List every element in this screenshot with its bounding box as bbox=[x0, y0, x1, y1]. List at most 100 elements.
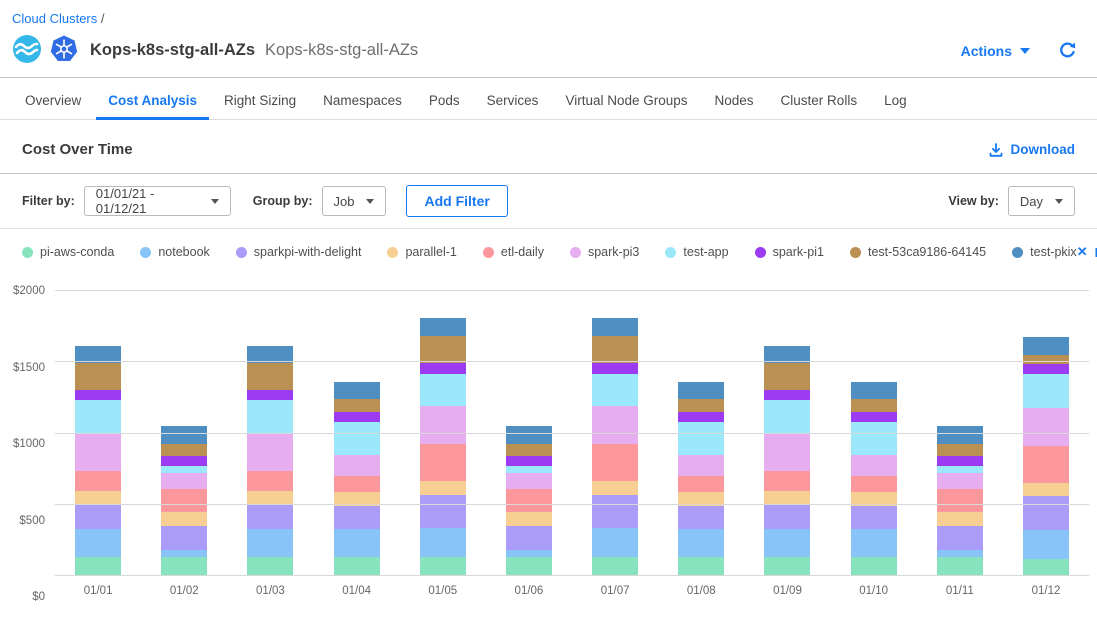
bar-segment-parallel-1[interactable] bbox=[75, 491, 121, 505]
legend-item-pi-aws-conda[interactable]: pi-aws-conda bbox=[22, 245, 114, 259]
bar-segment-etl-daily[interactable] bbox=[247, 471, 293, 490]
bar-segment-test-app[interactable] bbox=[851, 422, 897, 455]
bar-segment-sparkpi-with-delight[interactable] bbox=[937, 526, 983, 550]
bar-segment-test-pkix[interactable] bbox=[678, 382, 724, 399]
bar-segment-parallel-1[interactable] bbox=[506, 512, 552, 526]
bar-segment-test-app[interactable] bbox=[937, 466, 983, 473]
bar-segment-sparkpi-with-delight[interactable] bbox=[420, 495, 466, 528]
bar-segment-parallel-1[interactable] bbox=[247, 491, 293, 505]
bar-segment-pi-aws-conda[interactable] bbox=[247, 557, 293, 576]
download-button[interactable]: Download bbox=[988, 142, 1076, 158]
bar-segment-sparkpi-with-delight[interactable] bbox=[506, 526, 552, 550]
bar-segment-etl-daily[interactable] bbox=[851, 476, 897, 492]
legend-item-parallel-1[interactable]: parallel-1 bbox=[387, 245, 456, 259]
tab-cost-analysis[interactable]: Cost Analysis bbox=[96, 83, 209, 120]
bar-segment-test-53ca9186-64145[interactable] bbox=[75, 363, 121, 390]
bar-segment-test-pkix[interactable] bbox=[937, 426, 983, 443]
bar-segment-test-app[interactable] bbox=[592, 374, 638, 405]
bar-segment-test-53ca9186-64145[interactable] bbox=[851, 399, 897, 413]
bar-segment-test-53ca9186-64145[interactable] bbox=[937, 444, 983, 456]
bar-segment-sparkpi-with-delight[interactable] bbox=[678, 506, 724, 529]
bar-segment-notebook[interactable] bbox=[851, 529, 897, 558]
bar-segment-pi-aws-conda[interactable] bbox=[937, 557, 983, 576]
bar-segment-pi-aws-conda[interactable] bbox=[678, 557, 724, 576]
bar-segment-test-pkix[interactable] bbox=[506, 426, 552, 443]
bar-segment-test-app[interactable] bbox=[678, 422, 724, 455]
bar-segment-pi-aws-conda[interactable] bbox=[334, 557, 380, 576]
bar-segment-notebook[interactable] bbox=[247, 529, 293, 558]
bar-segment-spark-pi1[interactable] bbox=[592, 363, 638, 374]
bar-segment-pi-aws-conda[interactable] bbox=[161, 557, 207, 576]
bar-segment-spark-pi1[interactable] bbox=[506, 456, 552, 467]
bar-segment-test-53ca9186-64145[interactable] bbox=[247, 363, 293, 390]
bar-segment-notebook[interactable] bbox=[420, 528, 466, 557]
bar-segment-pi-aws-conda[interactable] bbox=[420, 557, 466, 576]
tab-cluster-rolls[interactable]: Cluster Rolls bbox=[769, 83, 870, 120]
legend-item-sparkpi-with-delight[interactable]: sparkpi-with-delight bbox=[236, 245, 362, 259]
bar-segment-test-app[interactable] bbox=[764, 400, 810, 433]
bar-segment-parallel-1[interactable] bbox=[420, 481, 466, 495]
bar-segment-spark-pi3[interactable] bbox=[764, 434, 810, 472]
bar-segment-spark-pi1[interactable] bbox=[420, 363, 466, 374]
bar-segment-notebook[interactable] bbox=[592, 528, 638, 557]
bar-segment-test-app[interactable] bbox=[420, 374, 466, 405]
bar-segment-test-53ca9186-64145[interactable] bbox=[764, 363, 810, 390]
bar-segment-test-53ca9186-64145[interactable] bbox=[678, 399, 724, 413]
bar-segment-etl-daily[interactable] bbox=[161, 489, 207, 512]
bar-segment-etl-daily[interactable] bbox=[937, 489, 983, 512]
bar-segment-notebook[interactable] bbox=[678, 529, 724, 558]
bar-segment-pi-aws-conda[interactable] bbox=[764, 557, 810, 576]
bar-segment-test-pkix[interactable] bbox=[334, 382, 380, 399]
bar-segment-sparkpi-with-delight[interactable] bbox=[247, 504, 293, 529]
bar-segment-spark-pi3[interactable] bbox=[420, 406, 466, 444]
bar-segment-test-53ca9186-64145[interactable] bbox=[161, 444, 207, 456]
legend-item-spark-pi1[interactable]: spark-pi1 bbox=[755, 245, 824, 259]
bar-segment-spark-pi3[interactable] bbox=[334, 455, 380, 476]
bar-segment-spark-pi3[interactable] bbox=[161, 473, 207, 489]
bar-segment-sparkpi-with-delight[interactable] bbox=[161, 526, 207, 550]
bar-segment-parallel-1[interactable] bbox=[1023, 483, 1069, 496]
bar-segment-notebook[interactable] bbox=[506, 550, 552, 557]
tab-nodes[interactable]: Nodes bbox=[703, 83, 766, 120]
bar-segment-notebook[interactable] bbox=[1023, 530, 1069, 559]
bar-segment-sparkpi-with-delight[interactable] bbox=[851, 506, 897, 529]
bar-segment-sparkpi-with-delight[interactable] bbox=[1023, 496, 1069, 530]
tab-services[interactable]: Services bbox=[475, 83, 551, 120]
tab-pods[interactable]: Pods bbox=[417, 83, 472, 120]
bar-segment-test-pkix[interactable] bbox=[161, 426, 207, 443]
bar-segment-pi-aws-conda[interactable] bbox=[851, 557, 897, 576]
actions-button[interactable]: Actions bbox=[961, 43, 1030, 59]
bar-segment-sparkpi-with-delight[interactable] bbox=[764, 504, 810, 529]
tab-overview[interactable]: Overview bbox=[13, 83, 93, 120]
bar-segment-test-pkix[interactable] bbox=[420, 318, 466, 336]
bar-segment-spark-pi1[interactable] bbox=[161, 456, 207, 467]
bar-segment-test-app[interactable] bbox=[1023, 374, 1069, 408]
bar-segment-sparkpi-with-delight[interactable] bbox=[334, 506, 380, 529]
bar-segment-spark-pi1[interactable] bbox=[764, 390, 810, 400]
bar-segment-etl-daily[interactable] bbox=[420, 444, 466, 481]
bar-segment-parallel-1[interactable] bbox=[937, 512, 983, 526]
refresh-icon[interactable] bbox=[1058, 41, 1077, 60]
bar-segment-etl-daily[interactable] bbox=[506, 489, 552, 512]
bar-segment-spark-pi3[interactable] bbox=[937, 473, 983, 489]
legend-item-etl-daily[interactable]: etl-daily bbox=[483, 245, 544, 259]
legend-item-test-app[interactable]: test-app bbox=[665, 245, 728, 259]
date-range-select[interactable]: 01/01/21 - 01/12/21 bbox=[84, 186, 231, 216]
bar-segment-spark-pi1[interactable] bbox=[247, 390, 293, 400]
bar-segment-spark-pi3[interactable] bbox=[851, 455, 897, 476]
bar-segment-parallel-1[interactable] bbox=[592, 481, 638, 495]
bar-segment-spark-pi3[interactable] bbox=[1023, 408, 1069, 446]
bar-segment-notebook[interactable] bbox=[161, 550, 207, 557]
bar-segment-spark-pi3[interactable] bbox=[506, 473, 552, 489]
bar-segment-pi-aws-conda[interactable] bbox=[75, 557, 121, 576]
bar-segment-test-app[interactable] bbox=[506, 466, 552, 473]
bar-segment-notebook[interactable] bbox=[334, 529, 380, 558]
tab-right-sizing[interactable]: Right Sizing bbox=[212, 83, 308, 120]
bar-segment-test-app[interactable] bbox=[75, 400, 121, 433]
tab-virtual-node-groups[interactable]: Virtual Node Groups bbox=[553, 83, 699, 120]
bar-segment-spark-pi1[interactable] bbox=[678, 412, 724, 422]
bar-segment-test-53ca9186-64145[interactable] bbox=[334, 399, 380, 413]
tab-namespaces[interactable]: Namespaces bbox=[311, 83, 414, 120]
bar-segment-spark-pi1[interactable] bbox=[937, 456, 983, 467]
bar-segment-etl-daily[interactable] bbox=[592, 444, 638, 481]
